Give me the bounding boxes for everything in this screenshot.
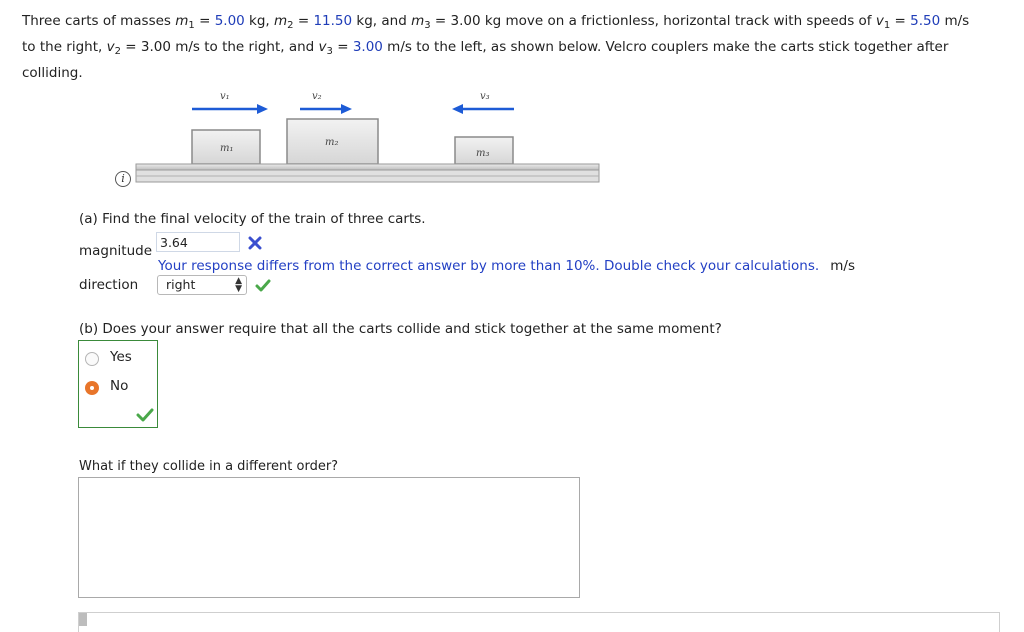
correct-check-icon bbox=[136, 408, 154, 422]
problem-text: to the right, bbox=[22, 39, 107, 55]
cart-m2: m₂ bbox=[286, 118, 379, 165]
select-updown-icon: ▲ ▼ bbox=[235, 276, 242, 294]
part-b-question: (b) Does your answer require that all th… bbox=[79, 321, 722, 337]
cart-m3: m₃ bbox=[454, 136, 514, 165]
correct-check-icon bbox=[255, 279, 271, 292]
followup-prompt: What if they collide in a different orde… bbox=[79, 459, 339, 474]
problem-text: = 3.00 kg move on a frictionless, horizo… bbox=[430, 13, 876, 29]
problem-text: kg, and bbox=[352, 13, 412, 29]
next-section-bar bbox=[78, 612, 1000, 632]
equals-sign: = bbox=[890, 13, 911, 29]
feedback-message: Your response differs from the correct a… bbox=[158, 258, 820, 274]
part-a-question: (a) Find the final velocity of the train… bbox=[79, 211, 426, 227]
problem-line-1: Three carts of masses m1 = 5.00 kg, m2 =… bbox=[22, 8, 1012, 34]
m1-value: 5.00 bbox=[214, 13, 245, 29]
equals-sign: = bbox=[332, 39, 353, 55]
m2-cart-label: m₂ bbox=[325, 137, 339, 148]
v3-arrow-label: v₃ bbox=[480, 91, 490, 102]
problem-text: Three carts of masses bbox=[22, 13, 176, 29]
option-no-label[interactable]: No bbox=[110, 378, 128, 394]
problem-text: = 3.00 m/s to the right, and bbox=[120, 39, 319, 55]
v1-arrow-icon bbox=[192, 104, 268, 114]
v1-arrow-label: v₁ bbox=[220, 91, 230, 102]
v3-symbol: v bbox=[318, 39, 327, 55]
magnitude-input[interactable]: 3.64 bbox=[156, 232, 240, 252]
m1-cart-label: m₁ bbox=[220, 143, 234, 154]
magnitude-label: magnitude bbox=[79, 243, 153, 259]
section-marker bbox=[79, 613, 87, 626]
radio-no[interactable] bbox=[85, 381, 99, 395]
m1-symbol: m bbox=[175, 13, 189, 29]
direction-select[interactable]: right ▲ ▼ bbox=[157, 275, 247, 295]
direction-label: direction bbox=[79, 277, 139, 293]
problem-statement: Three carts of masses m1 = 5.00 kg, m2 =… bbox=[22, 8, 1012, 86]
option-yes-label[interactable]: Yes bbox=[110, 349, 132, 365]
equals-sign: = bbox=[194, 13, 215, 29]
m2-symbol: m bbox=[274, 13, 288, 29]
carts-figure: v₁ v₂ v₃ m₁ m₂ m₃ bbox=[135, 91, 600, 183]
radio-yes[interactable] bbox=[85, 352, 99, 366]
problem-text: kg, bbox=[244, 13, 275, 29]
v3-value: 3.00 bbox=[352, 39, 383, 55]
info-icon[interactable]: i bbox=[115, 171, 131, 187]
v3-arrow-icon bbox=[452, 104, 514, 114]
track bbox=[135, 163, 600, 183]
equals-sign: = bbox=[293, 13, 314, 29]
magnitude-feedback-row: Your response differs from the correct a… bbox=[158, 255, 855, 274]
m3-symbol: m bbox=[411, 13, 425, 29]
v2-arrow-icon bbox=[300, 104, 352, 114]
magnitude-unit: m/s bbox=[830, 258, 856, 274]
m3-cart-label: m₃ bbox=[476, 148, 490, 159]
v1-value: 5.50 bbox=[910, 13, 941, 29]
v1-symbol: v bbox=[875, 13, 884, 29]
v2-symbol: v bbox=[106, 39, 115, 55]
unit-text: m/s bbox=[940, 13, 970, 29]
cart-m1: m₁ bbox=[191, 129, 261, 165]
followup-textarea[interactable] bbox=[78, 477, 580, 598]
direction-selected-value: right bbox=[166, 277, 196, 292]
problem-line-2: to the right, v2 = 3.00 m/s to the right… bbox=[22, 34, 1012, 60]
problem-text: m/s to the left, as shown below. Velcro … bbox=[382, 39, 949, 55]
v2-arrow-label: v₂ bbox=[312, 91, 322, 102]
incorrect-x-icon bbox=[248, 236, 262, 250]
m2-value: 11.50 bbox=[313, 13, 353, 29]
